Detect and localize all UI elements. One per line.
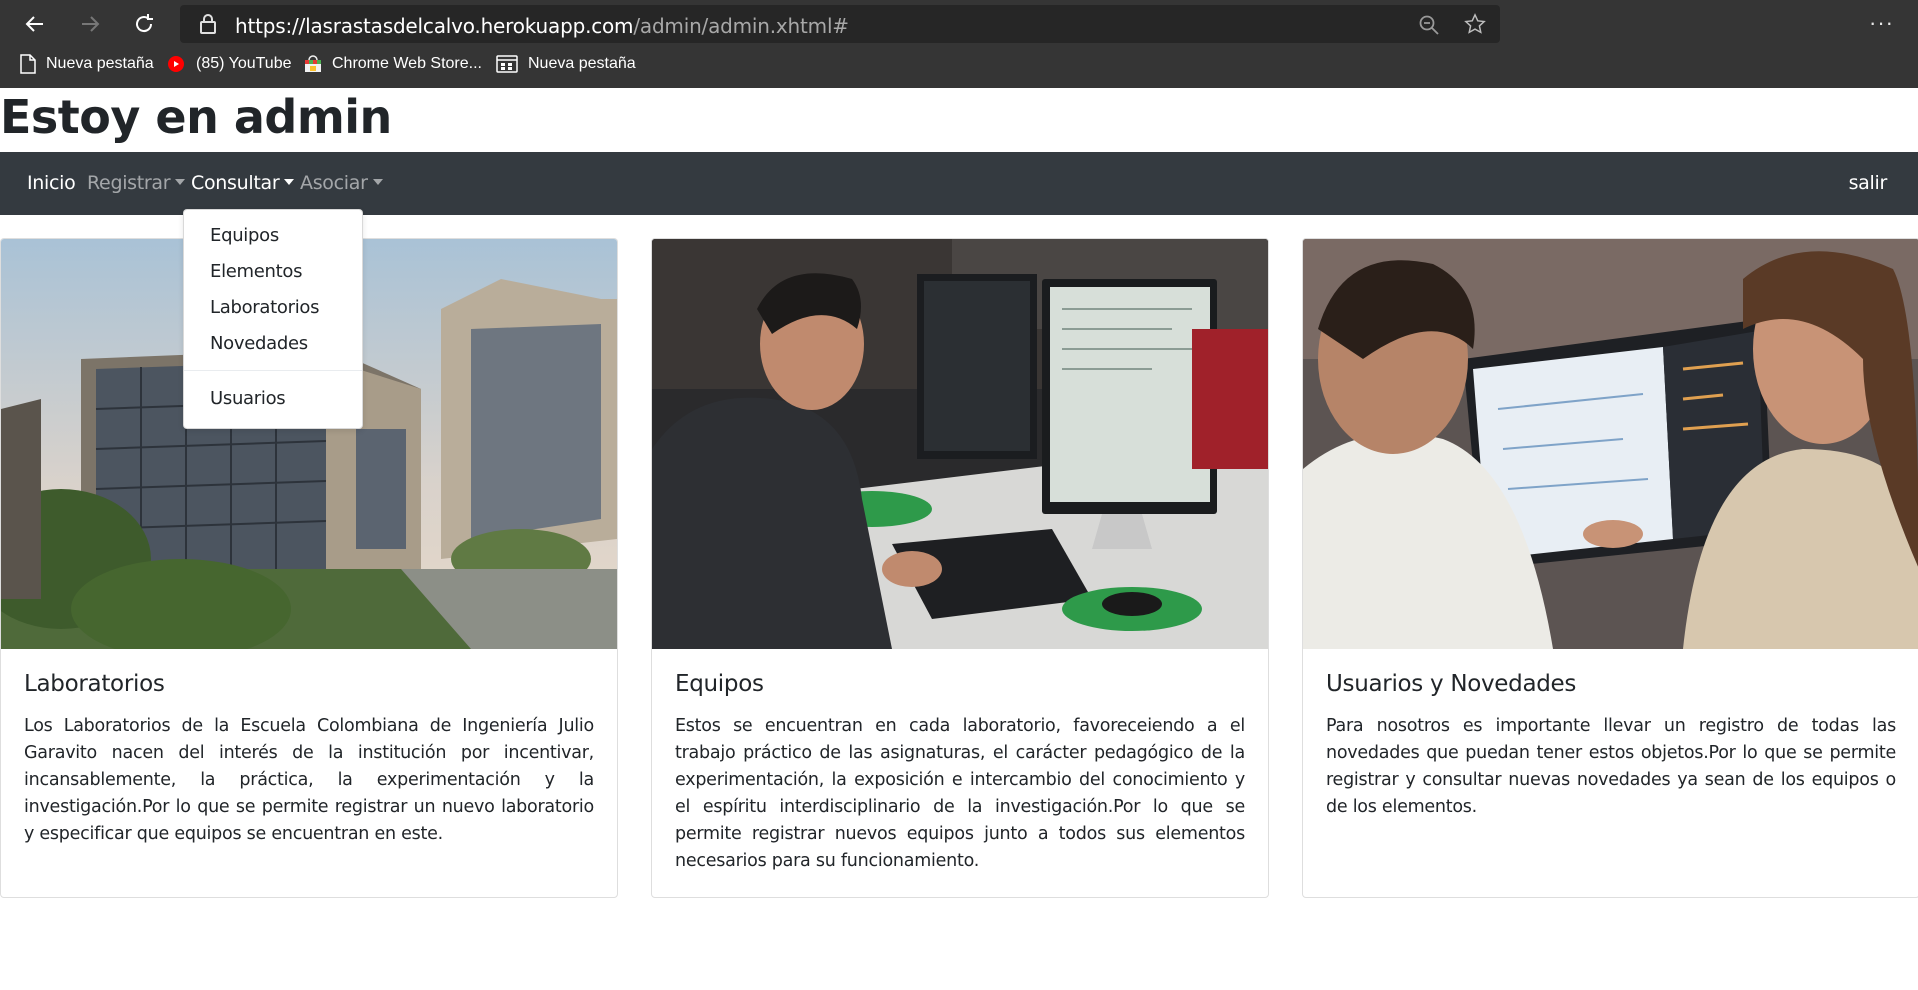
bookmark-label: Nueva pestaña [528, 55, 636, 72]
web-store-icon [305, 55, 321, 72]
page-icon [20, 54, 36, 74]
star-icon[interactable] [1464, 13, 1486, 35]
main-navbar: Inicio Registrar Consultar Asociar salir [0, 152, 1918, 215]
nav-asociar-dropdown[interactable]: Asociar [300, 172, 383, 194]
page-title: Estoy en admin [0, 90, 392, 144]
dropdown-item-novedades[interactable]: Novedades [210, 333, 308, 354]
dropdown-divider [184, 370, 362, 371]
chevron-down-icon [175, 179, 186, 185]
dropdown-item-equipos[interactable]: Equipos [210, 225, 279, 246]
card-usuarios-novedades: Usuarios y Novedades Para nosotros es im… [1302, 238, 1918, 898]
bookmark-nueva-pestana-2[interactable]: Nueva pestaña [496, 52, 636, 76]
nav-consultar-label: Consultar [191, 172, 280, 194]
nav-salir[interactable]: salir [1849, 172, 1888, 194]
nav-registrar-label: Registrar [87, 172, 171, 194]
bookmark-label: Nueva pestaña [46, 55, 154, 72]
browser-menu-button[interactable]: ··· [1869, 10, 1894, 36]
url-main: https://lasrastasdelcalvo.herokuapp.com [235, 14, 634, 38]
bookmark-chrome-web-store[interactable]: Chrome Web Store... [304, 52, 482, 76]
card-title: Equipos [675, 671, 764, 697]
zoom-icon[interactable] [1418, 14, 1440, 36]
dropdown-item-usuarios[interactable]: Usuarios [210, 388, 286, 409]
address-bar[interactable]: https://lasrastasdelcalvo.herokuapp.com/… [180, 5, 1500, 43]
lock-icon [200, 14, 216, 34]
browser-chrome: https://lasrastasdelcalvo.herokuapp.com/… [0, 0, 1918, 88]
nav-asociar-label: Asociar [300, 172, 368, 194]
arrow-right-icon [82, 16, 100, 32]
card-title: Laboratorios [24, 671, 165, 697]
arrow-left-icon [25, 16, 43, 32]
chevron-down-icon [372, 179, 383, 185]
youtube-icon [168, 56, 184, 72]
bookmark-label: Chrome Web Store... [332, 55, 482, 72]
bookmark-youtube[interactable]: (85) YouTube [166, 52, 291, 76]
students-at-screen-image [1303, 239, 1918, 649]
bookmark-nueva-pestana[interactable]: Nueva pestaña [20, 52, 154, 76]
nav-registrar-dropdown[interactable]: Registrar [87, 172, 186, 194]
reload-button[interactable] [126, 6, 162, 42]
url-path: /admin/admin.xhtml# [633, 14, 849, 38]
url-text: https://lasrastasdelcalvo.herokuapp.com/… [235, 14, 849, 38]
dropdown-item-elementos[interactable]: Elementos [210, 261, 303, 282]
nav-consultar-dropdown[interactable]: Consultar [191, 172, 295, 194]
back-button[interactable] [17, 6, 53, 42]
new-tab-grid-icon [496, 55, 518, 73]
chevron-down-icon [284, 179, 295, 185]
refresh-icon [136, 14, 153, 33]
card-text: Los Laboratorios de la Escuela Colombian… [24, 716, 594, 844]
nav-inicio[interactable]: Inicio [27, 172, 76, 194]
forward-button[interactable] [72, 6, 108, 42]
card-text: Para nosotros es importante llevar un re… [1326, 716, 1896, 817]
consultar-dropdown-menu: Equipos Elementos Laboratorios Novedades… [183, 209, 363, 429]
card-text: Estos se encuentran en cada laboratorio,… [675, 716, 1245, 871]
dropdown-item-laboratorios[interactable]: Laboratorios [210, 297, 320, 318]
student-computer-image [652, 239, 1268, 649]
bookmark-label: (85) YouTube [196, 55, 292, 72]
card-equipos: Equipos Estos se encuentran en cada labo… [651, 238, 1269, 898]
card-title: Usuarios y Novedades [1326, 671, 1577, 697]
